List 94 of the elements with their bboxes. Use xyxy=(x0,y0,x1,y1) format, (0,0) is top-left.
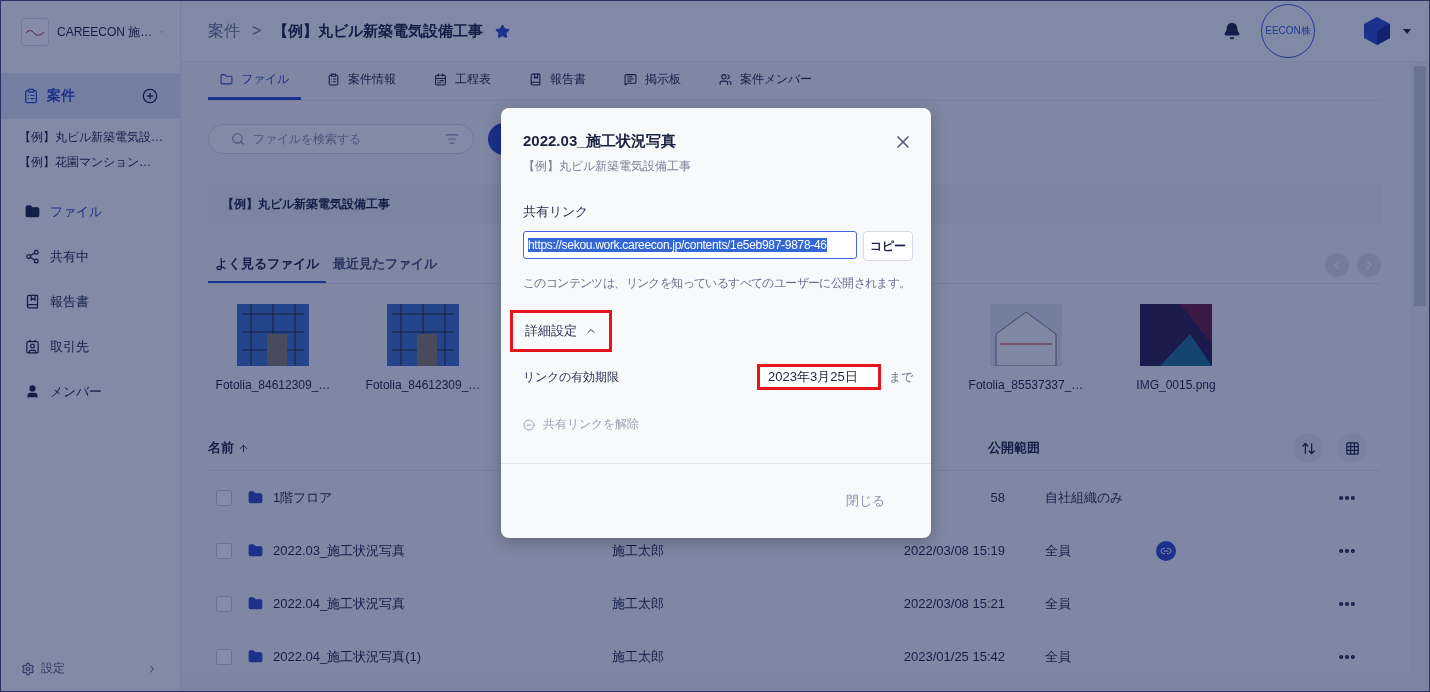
column-header[interactable]: 名前 xyxy=(208,439,249,457)
sidebar-item[interactable]: 共有中 xyxy=(1,234,180,279)
tab[interactable]: 工程表 xyxy=(422,62,503,100)
clipboard-icon xyxy=(327,73,340,86)
organization-name[interactable]: CAREECON 施… xyxy=(57,23,153,41)
company-logo xyxy=(21,18,49,46)
project-link[interactable]: 【例】丸ビル新築電気設… xyxy=(1,125,180,150)
star-icon[interactable] xyxy=(495,23,511,39)
photo-placeholder xyxy=(387,304,459,366)
contact-card-icon xyxy=(25,339,40,354)
clipboard-icon xyxy=(23,88,39,104)
date-cell: 58 xyxy=(990,490,1005,505)
scope-cell: 全員 xyxy=(1045,594,1071,613)
book-icon xyxy=(529,73,542,86)
sidebar-item[interactable]: メンバー xyxy=(1,369,180,414)
tab[interactable]: 案件情報 xyxy=(315,62,408,100)
row-checkbox[interactable] xyxy=(216,542,232,559)
date-field[interactable]: 2023年3月25日 xyxy=(757,364,881,390)
scope-cell: 全員 xyxy=(1045,647,1071,666)
minus-circle-icon xyxy=(523,418,535,431)
folder-icon xyxy=(25,204,40,219)
date-cell: 2023/01/25 15:42 xyxy=(903,649,1005,664)
cube-logo-icon[interactable] xyxy=(1363,16,1391,46)
owner-cell: 施工太郎 xyxy=(612,541,664,560)
book-icon xyxy=(25,294,40,309)
grid-icon xyxy=(1344,440,1360,456)
folder-name[interactable]: 1階フロア xyxy=(248,488,333,507)
project-name: 【例】丸ビル新築電気設備工事 xyxy=(222,195,390,213)
copy-button[interactable]: コピー xyxy=(863,231,913,261)
file-tab[interactable]: よく見るファイル xyxy=(208,247,326,283)
sidebar-item[interactable]: ファイル xyxy=(1,189,180,234)
column-header[interactable]: 公開範囲 xyxy=(988,439,1040,457)
file-name[interactable]: IMG_0015.png xyxy=(1136,378,1216,392)
grid-view-button[interactable] xyxy=(1337,433,1367,463)
file-name[interactable]: Fotolia_85537337_… xyxy=(968,378,1084,392)
add-icon[interactable] xyxy=(142,88,158,104)
notice-text: このコンテンツは、リンクを知っているすべてのユーザーに公開されます。 xyxy=(523,275,911,292)
breadcrumb-separator: > xyxy=(252,22,262,40)
sidebar-item[interactable]: 報告書 xyxy=(1,279,180,324)
notification-icon[interactable] xyxy=(1223,22,1241,40)
people-icon xyxy=(719,73,732,86)
person-icon xyxy=(25,384,40,399)
calendar-icon xyxy=(434,73,447,86)
page-title: 【例】丸ビル新築電気設備工事 xyxy=(273,21,484,41)
folder-name[interactable]: 2022.04_施工状況写真(1) xyxy=(248,647,422,666)
row-checkbox[interactable] xyxy=(216,489,232,506)
sidebar-item[interactable]: 取引先 xyxy=(1,324,180,369)
tab[interactable]: 案件メンバー xyxy=(707,62,824,100)
link-icon[interactable] xyxy=(1156,540,1176,561)
tab[interactable]: ファイル xyxy=(208,62,301,100)
sort-arrow-icon xyxy=(238,442,249,454)
tab[interactable]: 報告書 xyxy=(517,62,598,100)
dialog-title: 2022.03_施工状況写真 xyxy=(523,132,676,151)
folder-name[interactable]: 2022.04_施工状況写真 xyxy=(248,594,406,613)
file-name[interactable]: Fotolia_84612309_… xyxy=(365,378,481,392)
caret-icon[interactable] xyxy=(1403,28,1411,34)
file-tab[interactable]: 最近見たファイル xyxy=(326,247,444,283)
share-icon xyxy=(25,249,40,264)
message-icon xyxy=(624,73,637,86)
expiry-label: リンクの有効期限 xyxy=(523,368,620,386)
link-field[interactable]: https://sekou.work.careecon.jp/contents/1e5eb987-9878-46 xyxy=(523,231,857,259)
settings-label[interactable]: 設定 xyxy=(41,660,140,677)
dialog-subtitle: 【例】丸ビル新築電気設備工事 xyxy=(523,158,691,175)
nav-section[interactable]: 案件 xyxy=(1,73,180,119)
photo-placeholder xyxy=(990,304,1062,366)
folder-icon xyxy=(248,596,263,611)
breadcrumb-link[interactable]: 案件 xyxy=(208,20,240,42)
owner-cell: 施工太郎 xyxy=(612,594,664,613)
filter-icon[interactable] xyxy=(445,132,459,146)
section-label: 共有リンク xyxy=(523,203,588,221)
photo-placeholder xyxy=(1140,304,1212,366)
search-icon xyxy=(231,132,245,146)
date-cell: 2022/03/08 15:21 xyxy=(903,596,1005,611)
folder-icon xyxy=(248,649,263,664)
up-down-arrows-icon xyxy=(1300,440,1316,456)
photo-placeholder xyxy=(237,304,309,366)
suffix-label: まで xyxy=(889,368,913,386)
row-checkbox[interactable] xyxy=(216,595,232,612)
sort-button[interactable] xyxy=(1293,433,1323,463)
folder-icon xyxy=(248,490,263,505)
scope-cell: 全員 xyxy=(1045,541,1071,560)
tab[interactable]: 掲示板 xyxy=(612,62,693,100)
row-checkbox[interactable] xyxy=(216,648,232,665)
folder-icon xyxy=(220,73,233,86)
owner-cell: 施工太郎 xyxy=(612,647,664,666)
advanced-settings-toggle[interactable]: 詳細設定 xyxy=(510,310,612,352)
settings-icon[interactable] xyxy=(21,661,35,676)
file-name[interactable]: Fotolia_84612309_… xyxy=(215,378,331,392)
project-link[interactable]: 【例】花園マンション… xyxy=(1,150,180,175)
close-button[interactable]: 閉じる xyxy=(840,491,891,511)
folder-name[interactable]: 2022.03_施工状況写真 xyxy=(248,541,406,560)
date-cell: 2022/03/08 15:19 xyxy=(903,543,1005,558)
folder-icon xyxy=(248,543,263,558)
scope-cell: 自社組織のみ xyxy=(1045,488,1123,507)
